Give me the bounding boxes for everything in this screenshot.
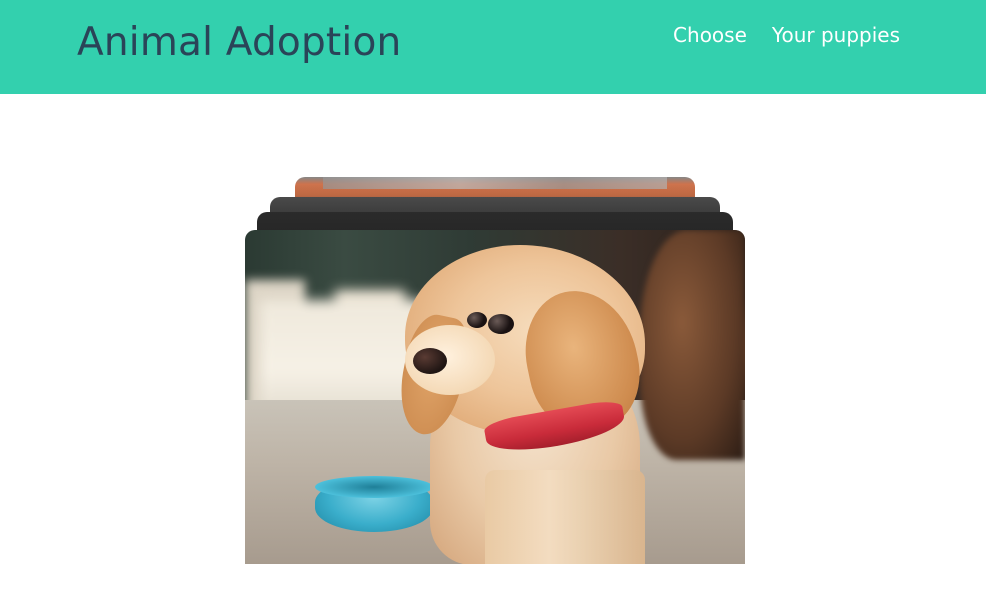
- puppy-eye-right: [488, 314, 514, 334]
- puppy-eye-left: [467, 312, 487, 328]
- photo-bg-pot: [640, 230, 745, 460]
- puppy-card[interactable]: [245, 230, 745, 564]
- puppy-nose: [413, 348, 447, 374]
- stacked-card-back-1-photo-strip: [323, 177, 667, 189]
- puppy-legs: [485, 470, 645, 564]
- card-stack: [0, 0, 986, 591]
- photo-blue-bowl-rim: [315, 476, 433, 498]
